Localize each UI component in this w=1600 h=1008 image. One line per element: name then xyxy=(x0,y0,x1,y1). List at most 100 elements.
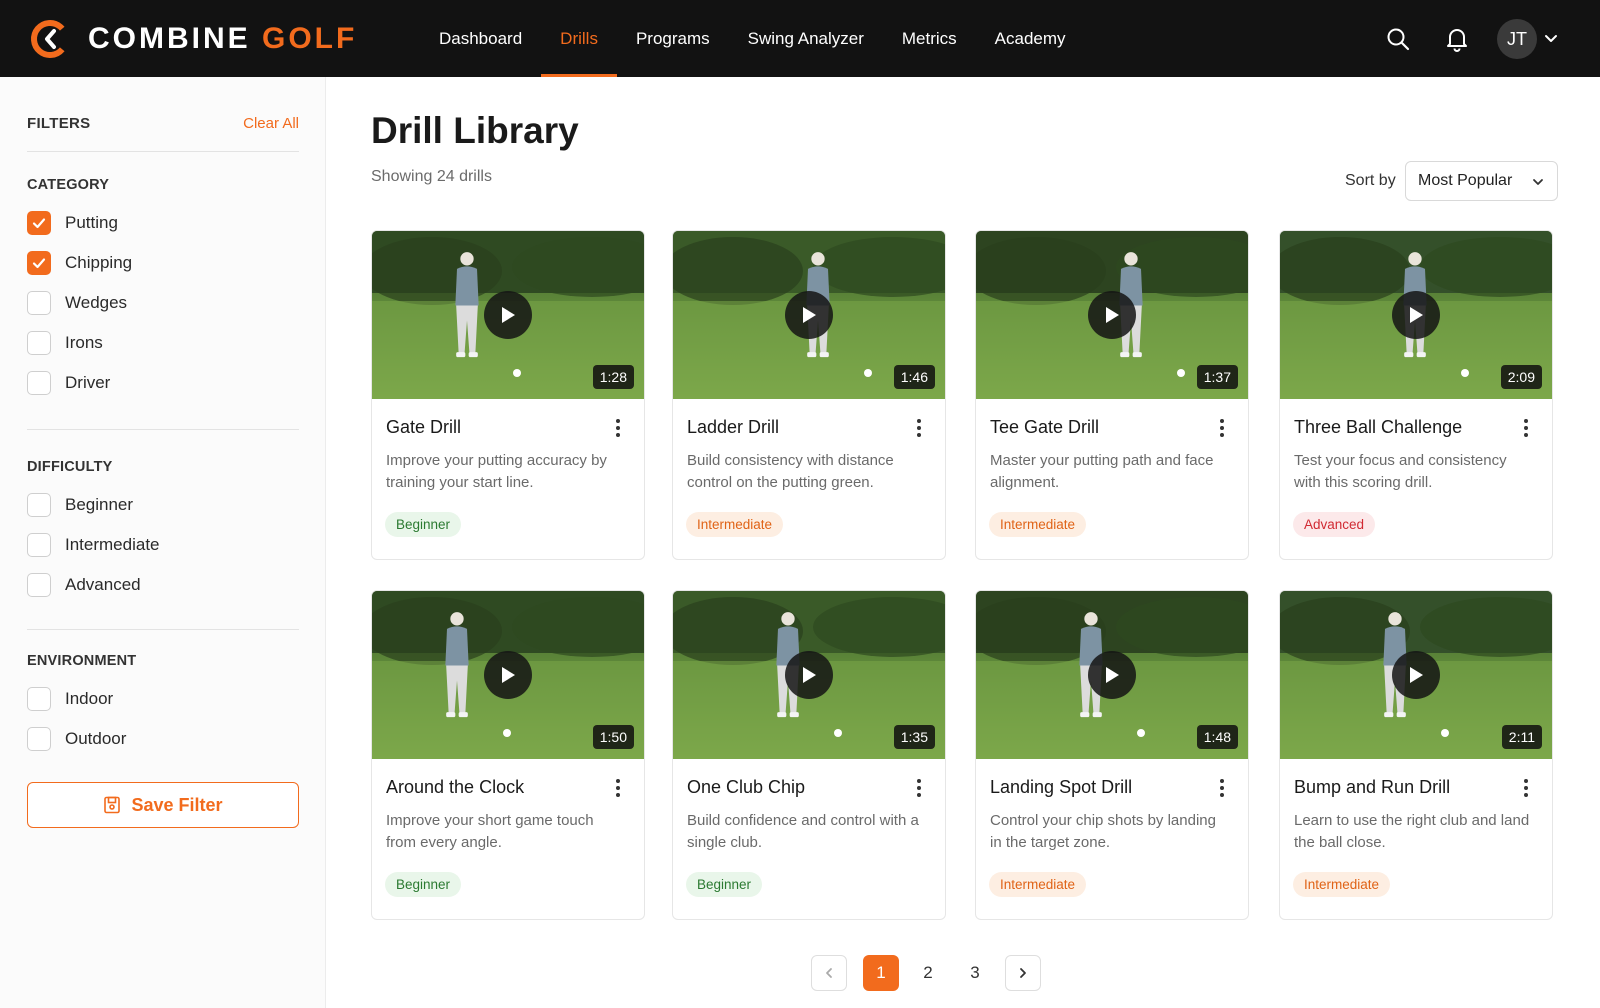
video-thumbnail[interactable]: 2:11 xyxy=(1280,591,1552,759)
more-vertical-icon[interactable] xyxy=(610,777,626,799)
drill-title[interactable]: Three Ball Challenge xyxy=(1294,417,1462,438)
avatar[interactable]: JT xyxy=(1497,19,1537,59)
video-thumbnail[interactable]: 1:35 xyxy=(673,591,945,759)
play-icon[interactable] xyxy=(484,651,532,699)
video-thumbnail[interactable]: 1:50 xyxy=(372,591,644,759)
drill-description: Improve your putting accuracy by trainin… xyxy=(386,452,607,491)
sort-value: Most Popular xyxy=(1418,172,1513,189)
filter-outdoor[interactable]: Outdoor xyxy=(27,727,126,751)
drill-description: Build consistency with distance control … xyxy=(687,452,894,491)
filter-label: Chipping xyxy=(65,253,133,272)
drill-card[interactable]: 1:35 One Club Chip Build confidence and co… xyxy=(672,590,946,920)
more-vertical-icon[interactable] xyxy=(1214,777,1230,799)
checkbox[interactable] xyxy=(27,687,51,711)
drill-title[interactable]: Gate Drill xyxy=(386,417,461,438)
more-vertical-icon[interactable] xyxy=(610,417,626,439)
drill-description: Improve your short game touch from every… xyxy=(386,812,594,851)
filter-driver[interactable]: Driver xyxy=(27,371,110,395)
prev-page-button[interactable] xyxy=(811,955,847,991)
chevron-down-icon[interactable] xyxy=(1541,29,1561,49)
nav-metrics[interactable]: Metrics xyxy=(883,0,976,77)
sort-dropdown[interactable]: Most Popular xyxy=(1405,161,1558,201)
drill-card[interactable]: 1:28 Gate Drill Improve your putting accur… xyxy=(371,230,645,560)
nav-programs[interactable]: Programs xyxy=(617,0,729,77)
drill-description: Test your focus and consistency with thi… xyxy=(1294,452,1507,491)
play-icon[interactable] xyxy=(484,291,532,339)
filter-wedges[interactable]: Wedges xyxy=(27,291,127,315)
more-vertical-icon[interactable] xyxy=(911,777,927,799)
checkbox-checked[interactable] xyxy=(27,211,51,235)
play-icon[interactable] xyxy=(1088,291,1136,339)
drill-title[interactable]: Landing Spot Drill xyxy=(990,777,1132,798)
nav-academy[interactable]: Academy xyxy=(976,0,1085,77)
difficulty-badge: Intermediate xyxy=(686,512,784,537)
checkbox[interactable] xyxy=(27,291,51,315)
checkbox[interactable] xyxy=(27,573,51,597)
checkbox[interactable] xyxy=(27,371,51,395)
checkbox[interactable] xyxy=(27,493,51,517)
sort-label: Sort by xyxy=(1345,172,1396,189)
filter-advanced[interactable]: Advanced xyxy=(27,573,141,597)
drill-title[interactable]: One Club Chip xyxy=(687,777,805,798)
page-3-button[interactable]: 3 xyxy=(957,955,993,991)
search-icon[interactable] xyxy=(1383,24,1413,54)
brand-logo[interactable]: COMBINE GOLF xyxy=(30,18,357,60)
nav-swing-analyzer[interactable]: Swing Analyzer xyxy=(729,0,883,77)
drill-title[interactable]: Tee Gate Drill xyxy=(990,417,1099,438)
play-icon[interactable] xyxy=(1392,651,1440,699)
nav-drills[interactable]: Drills xyxy=(541,0,617,77)
drill-card[interactable]: 1:37 Tee Gate Drill Master your putting pa… xyxy=(975,230,1249,560)
page-1-button[interactable]: 1 xyxy=(863,955,899,991)
video-duration: 2:11 xyxy=(1501,725,1542,749)
video-thumbnail[interactable]: 1:46 xyxy=(673,231,945,399)
nav-dashboard[interactable]: Dashboard xyxy=(420,0,541,77)
bell-icon[interactable] xyxy=(1442,24,1472,54)
save-filter-label: Save Filter xyxy=(131,794,223,815)
divider xyxy=(27,629,299,630)
main-nav: Dashboard Drills Programs Swing Analyzer… xyxy=(420,0,1085,77)
video-duration: 1:46 xyxy=(893,365,935,389)
drill-card[interactable]: 1:48 Landing Spot Drill Control your chip … xyxy=(975,590,1249,920)
filter-label: Irons xyxy=(65,333,103,352)
video-thumbnail[interactable]: 1:28 xyxy=(372,231,644,399)
divider xyxy=(27,151,299,152)
play-icon[interactable] xyxy=(1392,291,1440,339)
divider xyxy=(27,429,299,430)
drill-card[interactable]: 1:50 Around the Clock Improve your short g… xyxy=(371,590,645,920)
difficulty-badge: Advanced xyxy=(1293,512,1376,537)
filter-indoor[interactable]: Indoor xyxy=(27,687,113,711)
play-icon[interactable] xyxy=(785,651,833,699)
filter-irons[interactable]: Irons xyxy=(27,331,103,355)
next-page-button[interactable] xyxy=(1005,955,1041,991)
clear-all-link[interactable]: Clear All xyxy=(243,115,299,132)
checkbox[interactable] xyxy=(27,533,51,557)
more-vertical-icon[interactable] xyxy=(1518,417,1534,439)
results-count: Showing 24 drills xyxy=(371,168,492,185)
filter-label: Intermediate xyxy=(65,535,160,554)
filter-label: Beginner xyxy=(65,495,134,514)
filter-putting[interactable]: Putting xyxy=(27,211,118,235)
page-2-button[interactable]: 2 xyxy=(910,955,946,991)
more-vertical-icon[interactable] xyxy=(911,417,927,439)
drill-title[interactable]: Ladder Drill xyxy=(687,417,779,438)
save-filter-button[interactable]: Save Filter xyxy=(27,782,299,828)
play-icon[interactable] xyxy=(785,291,833,339)
difficulty-badge: Beginner xyxy=(385,872,462,897)
checkbox[interactable] xyxy=(27,331,51,355)
drill-title[interactable]: Around the Clock xyxy=(386,777,524,798)
video-thumbnail[interactable]: 1:48 xyxy=(976,591,1248,759)
more-vertical-icon[interactable] xyxy=(1518,777,1534,799)
drill-card[interactable]: 2:09 Three Ball Challenge Test your focus … xyxy=(1279,230,1553,560)
filter-chipping[interactable]: Chipping xyxy=(27,251,132,275)
checkbox[interactable] xyxy=(27,727,51,751)
drill-card[interactable]: 2:11 Bump and Run Drill Learn to use the r… xyxy=(1279,590,1553,920)
filter-intermediate[interactable]: Intermediate xyxy=(27,533,160,557)
drill-title[interactable]: Bump and Run Drill xyxy=(1294,777,1450,798)
checkbox-checked[interactable] xyxy=(27,251,51,275)
drill-card[interactable]: 1:46 Ladder Drill Build consistency with d… xyxy=(672,230,946,560)
video-thumbnail[interactable]: 2:09 xyxy=(1280,231,1552,399)
filter-beginner[interactable]: Beginner xyxy=(27,493,133,517)
play-icon[interactable] xyxy=(1088,651,1136,699)
more-vertical-icon[interactable] xyxy=(1214,417,1230,439)
video-thumbnail[interactable]: 1:37 xyxy=(976,231,1248,399)
